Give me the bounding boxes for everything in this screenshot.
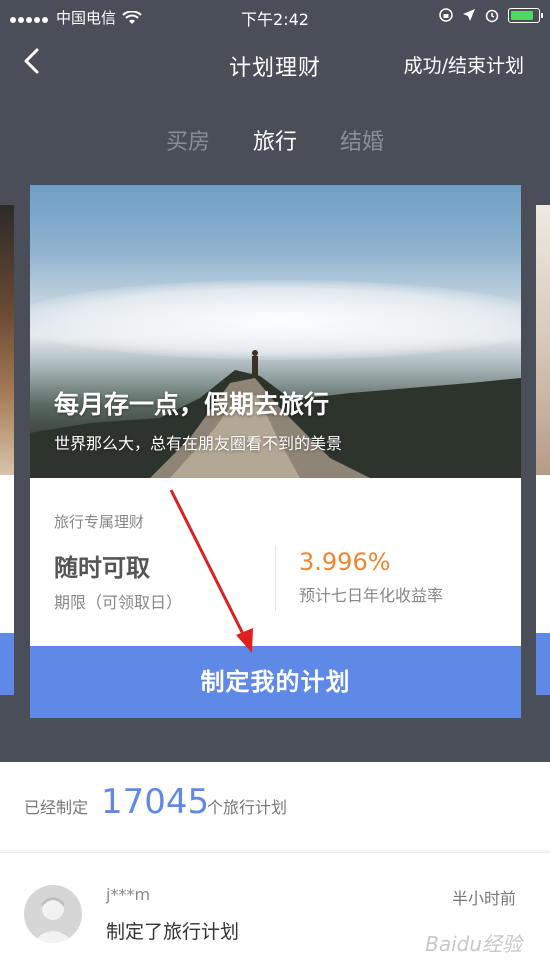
term-label: 期限（可领取日） (54, 593, 183, 612)
hero-headline: 每月存一点，假期去旅行 (54, 390, 330, 419)
term-block: 随时可取 期限（可领取日） (54, 548, 182, 613)
rotation-lock-icon (439, 8, 453, 22)
feed-username: j***m (106, 885, 151, 904)
list-item: j***m 制定了旅行计划 半小时前 Baidu经验 (0, 852, 550, 979)
stats-suffix: 个旅行计划 (207, 798, 288, 817)
alarm-icon (485, 9, 499, 23)
header-area: 中国电信 下午2:42 计划理财 成功/结束计划 买房 旅行 结婚 每月存一点，… (0, 0, 550, 762)
plan-count: 17045 (101, 782, 210, 822)
hero-subline: 世界那么大，总有在朋友圈看不到的美景 (54, 434, 343, 453)
term-value: 随时可取 (54, 554, 150, 582)
location-icon (463, 9, 475, 21)
end-plan-link[interactable]: 成功/结束计划 (404, 51, 524, 78)
rate-label: 预计七日年化收益率 (299, 586, 444, 605)
avatar (24, 885, 82, 943)
tab-travel[interactable]: 旅行 (253, 124, 297, 156)
battery-icon (508, 7, 543, 23)
stats-row: 已经制定 17045 个旅行计划 (0, 762, 550, 850)
rate-block: 3.996% 预计七日年化收益率 (299, 548, 443, 606)
status-bar: 中国电信 下午2:42 (0, 0, 550, 32)
divider (275, 545, 276, 611)
tab-house[interactable]: 买房 (166, 124, 210, 156)
feed-action: 制定了旅行计划 (106, 921, 240, 943)
product-name: 旅行专属理财 (54, 513, 145, 531)
category-tabs: 买房 旅行 结婚 (0, 124, 550, 156)
plan-card: 每月存一点，假期去旅行 世界那么大，总有在朋友圈看不到的美景 旅行专属理财 随时… (30, 185, 521, 718)
tab-wedding[interactable]: 结婚 (340, 124, 384, 156)
nav-bar: 计划理财 成功/结束计划 (0, 40, 550, 84)
hero-image: 每月存一点，假期去旅行 世界那么大，总有在朋友圈看不到的美景 (30, 185, 521, 478)
stats-prefix: 已经制定 (24, 798, 89, 817)
rate-value: 3.996% (299, 548, 391, 576)
prev-card-peek[interactable] (0, 205, 14, 695)
watermark: Baidu经验 (425, 932, 522, 956)
make-plan-button[interactable]: 制定我的计划 (30, 646, 521, 718)
feed-time: 半小时前 (451, 889, 516, 908)
next-card-peek[interactable] (536, 205, 550, 695)
